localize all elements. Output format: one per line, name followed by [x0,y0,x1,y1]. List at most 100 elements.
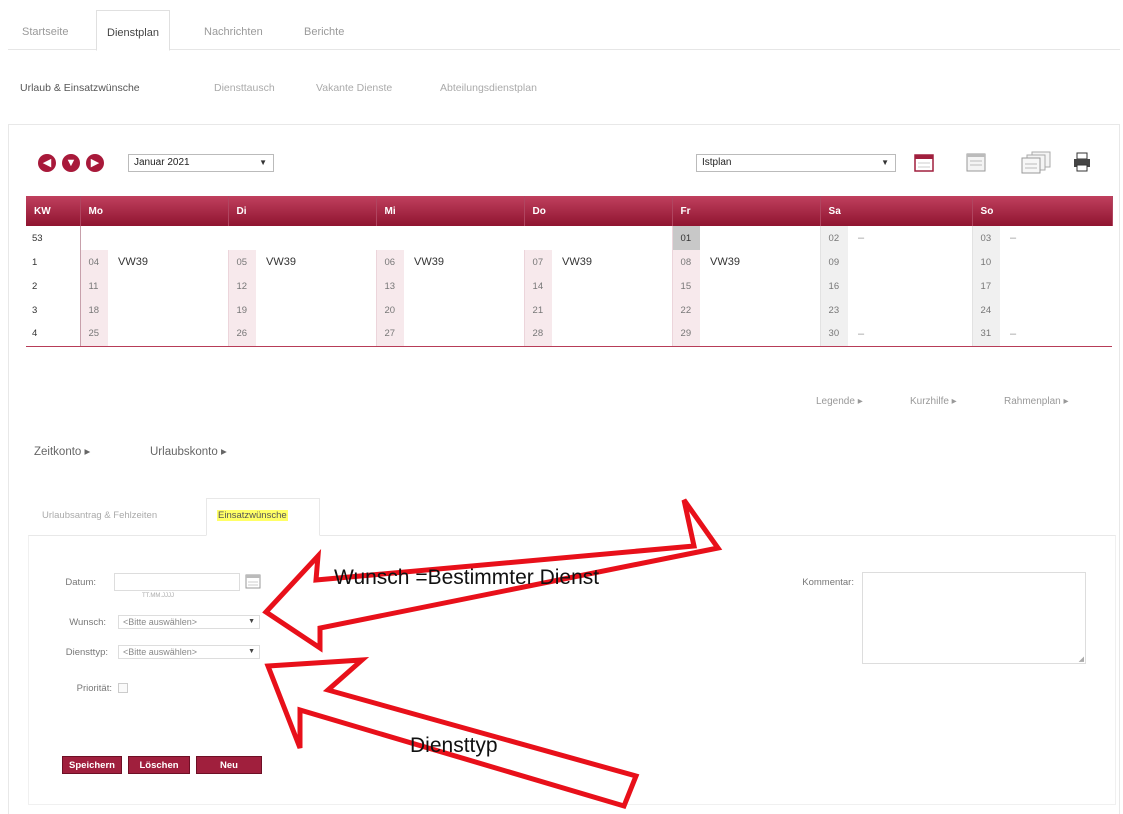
calendar-icon[interactable] [912,150,936,174]
day-number[interactable]: 23 [819,298,849,322]
day-number[interactable]: 28 [523,322,553,347]
day-entry[interactable] [1000,250,1112,274]
day-entry[interactable] [552,322,673,347]
day-number[interactable]: 08 [671,250,701,274]
day-entry[interactable]: VW39 [552,250,672,274]
day-number[interactable]: 12 [227,274,257,298]
day-number[interactable]: 22 [671,298,701,322]
kurzhilfe-link[interactable]: Kurzhilfe ▸ [910,396,957,407]
zeitkonto-link[interactable]: Zeitkonto ▸ [34,444,90,458]
day-entry[interactable] [256,298,376,322]
day-number[interactable]: 21 [523,298,553,322]
day-entry[interactable] [700,226,820,250]
plan-select[interactable]: Istplan ▼ [696,154,896,172]
day-entry[interactable]: – [1000,322,1113,347]
prioritaet-checkbox[interactable] [118,683,128,693]
day-entry[interactable] [404,298,524,322]
day-number[interactable]: 30 [819,322,849,347]
day-number[interactable]: 04 [79,250,108,274]
day-number[interactable]: 20 [375,298,405,322]
day-entry[interactable] [552,298,672,322]
tab-nachrichten[interactable]: Nachrichten [194,10,273,50]
day-entry[interactable] [848,274,972,298]
calendar-picker-icon[interactable] [244,572,262,590]
day-number[interactable]: 14 [523,274,553,298]
day-entry[interactable]: – [848,322,973,347]
day-entry[interactable] [700,274,820,298]
week-number: 3 [26,298,81,322]
day-entry[interactable] [552,274,672,298]
neu-button[interactable]: Neu [196,756,262,774]
day-number[interactable]: 03 [971,226,1001,250]
day-number[interactable]: 10 [971,250,1001,274]
wunsch-select-value: <Bitte auswählen> [123,617,198,627]
day-entry[interactable]: VW39 [404,250,524,274]
subtab-diensttausch[interactable]: Diensttausch [214,82,275,94]
day-entry[interactable]: – [848,226,972,250]
calendar-week-row: 2 11 12 13 14 15 16 17 [26,274,1112,298]
day-entry[interactable] [700,298,820,322]
month-select[interactable]: Januar 2021 ▼ [128,154,274,172]
rahmenplan-link[interactable]: Rahmenplan ▸ [1004,396,1069,407]
list-icon[interactable] [964,150,988,174]
day-number[interactable]: 27 [375,322,405,347]
tab-urlaubsantrag[interactable]: Urlaubsantrag & Fehlzeiten [42,510,157,521]
down-icon[interactable]: ▼ [62,154,80,172]
day-number[interactable]: 29 [671,322,701,347]
day-number[interactable]: 24 [971,298,1001,322]
subtab-urlaub-einsatzwuensche[interactable]: Urlaub & Einsatzwünsche [20,82,140,94]
wunsch-select[interactable]: <Bitte auswählen> ▼ [118,615,260,629]
resize-handle-icon[interactable]: ◢ [1079,655,1084,663]
day-number[interactable]: 16 [819,274,849,298]
empty-days [80,226,672,250]
day-number[interactable]: 06 [375,250,405,274]
tab-einsatzwuensche[interactable]: Einsatzwünsche [206,498,320,536]
day-entry[interactable] [108,298,228,322]
tab-berichte[interactable]: Berichte [294,10,354,50]
back-icon[interactable]: ◀ [38,154,56,172]
subtab-abteilungsdienstplan[interactable]: Abteilungsdienstplan [440,82,537,94]
day-number[interactable]: 13 [375,274,405,298]
day-number[interactable]: 19 [227,298,257,322]
day-number[interactable]: 02 [819,226,849,250]
forward-icon[interactable]: ▶ [86,154,104,172]
datum-input[interactable] [114,573,240,591]
day-entry[interactable] [108,322,229,347]
kommentar-textarea[interactable]: ◢ [862,572,1086,664]
tab-startseite[interactable]: Startseite [12,10,78,50]
day-entry[interactable] [700,322,821,347]
day-number[interactable]: 05 [227,250,257,274]
day-entry[interactable]: VW39 [256,250,376,274]
day-entry[interactable] [404,274,524,298]
day-number[interactable]: 31 [971,322,1001,347]
day-number[interactable]: 15 [671,274,701,298]
legende-link[interactable]: Legende ▸ [816,396,863,407]
tab-dienstplan[interactable]: Dienstplan [96,10,170,51]
day-number[interactable]: 09 [819,250,849,274]
day-entry[interactable] [108,274,228,298]
day-number[interactable]: 11 [79,274,108,298]
day-entry[interactable] [1000,298,1112,322]
day-number[interactable]: 17 [971,274,1001,298]
subtab-vakante-dienste[interactable]: Vakante Dienste [316,82,392,94]
day-number[interactable]: 01 [671,226,701,250]
urlaubskonto-link[interactable]: Urlaubskonto ▸ [150,444,227,458]
day-entry[interactable]: VW39 [108,250,228,274]
loeschen-button[interactable]: Löschen [128,756,190,774]
multi-list-icon[interactable] [1020,150,1054,174]
day-number[interactable]: 25 [79,322,108,347]
day-number[interactable]: 18 [79,298,108,322]
day-number[interactable]: 26 [227,322,257,347]
speichern-button[interactable]: Speichern [62,756,122,774]
day-entry[interactable] [256,274,376,298]
day-entry[interactable]: – [1000,226,1112,250]
day-entry[interactable]: VW39 [700,250,820,274]
print-icon[interactable] [1070,150,1094,174]
day-entry[interactable] [848,250,972,274]
diensttyp-select[interactable]: <Bitte auswählen> ▼ [118,645,260,659]
day-entry[interactable] [1000,274,1112,298]
day-entry[interactable] [404,322,525,347]
day-number[interactable]: 07 [523,250,553,274]
day-entry[interactable] [256,322,377,347]
day-entry[interactable] [848,298,972,322]
